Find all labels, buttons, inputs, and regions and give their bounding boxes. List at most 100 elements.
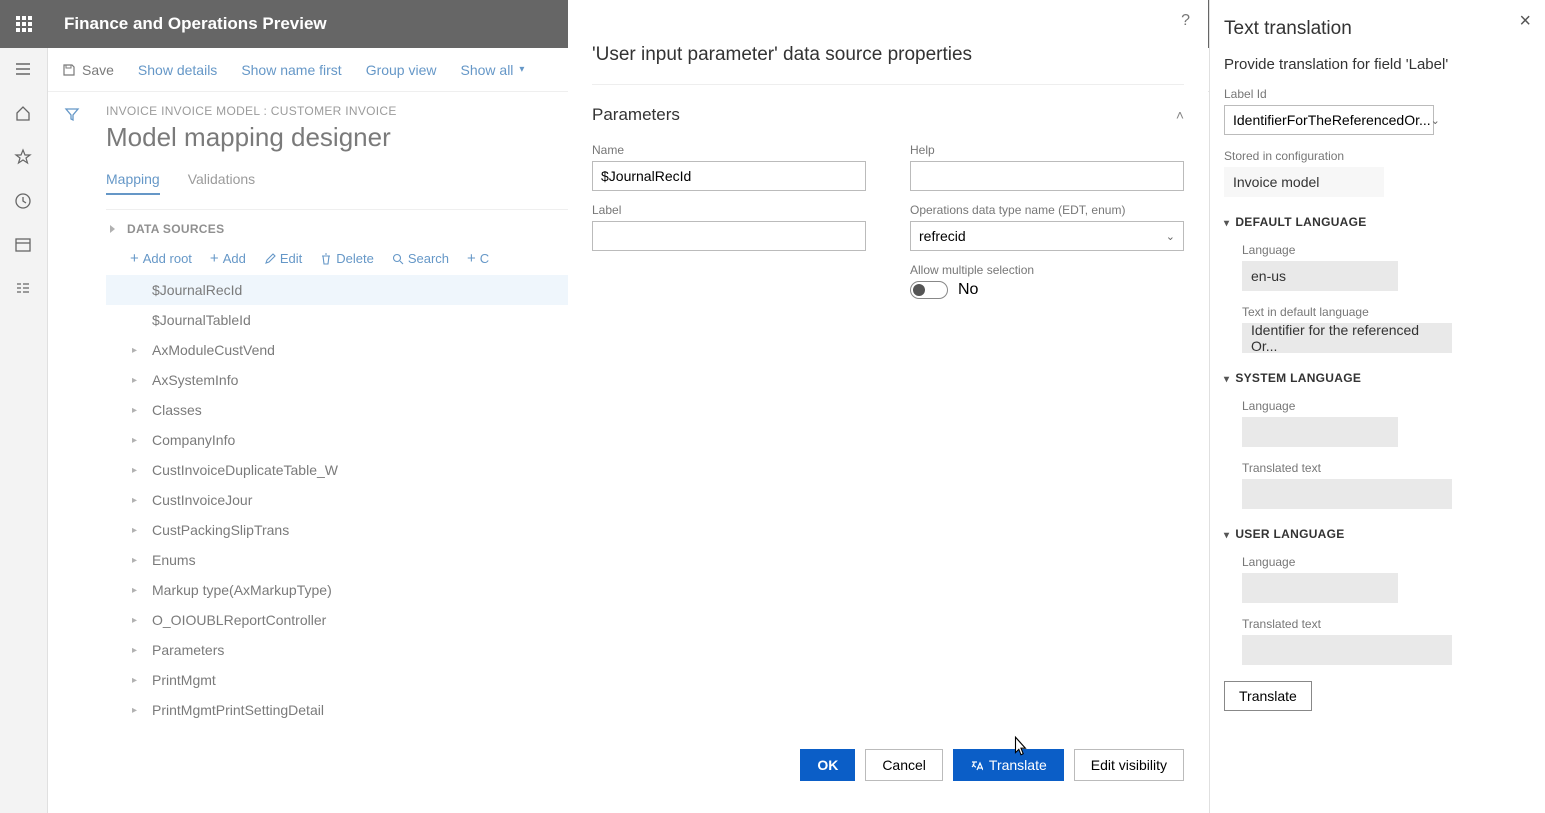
modules-icon[interactable] bbox=[14, 280, 34, 300]
edt-select[interactable]: refrecid ⌄ bbox=[910, 221, 1184, 251]
allow-multi-toggle[interactable] bbox=[910, 281, 948, 299]
allow-multi-label: Allow multiple selection bbox=[910, 263, 1184, 277]
dialog-footer: OK Cancel Translate Edit visibility bbox=[800, 749, 1184, 781]
ds-tree: $JournalRecId$JournalTableId▸AxModuleCus… bbox=[106, 275, 568, 725]
stored-in-label: Stored in configuration bbox=[1224, 149, 1531, 163]
tree-item-label: Markup type(AxMarkupType) bbox=[146, 582, 332, 598]
recent-icon[interactable] bbox=[14, 192, 34, 212]
ds-toolbar: +Add root +Add Edit Delete Search +C bbox=[130, 250, 568, 267]
show-name-first-button[interactable]: Show name first bbox=[241, 62, 341, 78]
stored-in-value: Invoice model bbox=[1224, 167, 1384, 197]
chevron-up-icon: ˄ bbox=[1176, 107, 1184, 123]
show-all-button[interactable]: Show all▾ bbox=[461, 62, 525, 78]
expand-icon[interactable]: ▸ bbox=[132, 675, 146, 686]
expand-icon[interactable]: ▸ bbox=[132, 495, 146, 506]
label-label: Label bbox=[592, 203, 866, 217]
tree-row[interactable]: ▸CustPackingSlipTrans bbox=[106, 515, 568, 545]
ok-button[interactable]: OK bbox=[800, 749, 855, 781]
hamburger-icon[interactable] bbox=[14, 60, 34, 80]
default-text-label: Text in default language bbox=[1242, 305, 1531, 319]
tree-row[interactable]: $JournalTableId bbox=[106, 305, 568, 335]
search-button[interactable]: Search bbox=[392, 250, 449, 267]
group-view-button[interactable]: Group view bbox=[366, 62, 437, 78]
chevron-down-icon: ⌄ bbox=[1166, 230, 1175, 243]
tree-item-label: CompanyInfo bbox=[146, 432, 235, 448]
tree-row[interactable]: ▸Parameters bbox=[106, 635, 568, 665]
name-label: Name bbox=[592, 143, 866, 157]
delete-button[interactable]: Delete bbox=[320, 250, 374, 267]
save-label: Save bbox=[82, 62, 114, 78]
tree-row[interactable]: ▸PrintMgmtPrintSettingDetail bbox=[106, 695, 568, 725]
tree-item-label: CustPackingSlipTrans bbox=[146, 522, 289, 538]
show-details-button[interactable]: Show details bbox=[138, 62, 217, 78]
system-language-header[interactable]: SYSTEM LANGUAGE bbox=[1224, 371, 1531, 385]
parameters-section-header[interactable]: Parameters ˄ bbox=[592, 84, 1184, 125]
home-icon[interactable] bbox=[14, 104, 34, 124]
help-input[interactable] bbox=[910, 161, 1184, 191]
data-sources-header: DATA SOURCES bbox=[127, 222, 224, 236]
waffle-icon[interactable] bbox=[0, 0, 48, 48]
add-button[interactable]: +Add bbox=[210, 250, 246, 267]
star-icon[interactable] bbox=[14, 148, 34, 168]
default-language-header[interactable]: DEFAULT LANGUAGE bbox=[1224, 215, 1531, 229]
expand-icon[interactable]: ▸ bbox=[132, 435, 146, 446]
tab-mapping[interactable]: Mapping bbox=[106, 171, 160, 195]
filter-icon[interactable] bbox=[64, 106, 80, 813]
tree-row[interactable]: ▸PrintMgmt bbox=[106, 665, 568, 695]
expand-icon[interactable]: ▸ bbox=[132, 405, 146, 416]
user-language-value[interactable] bbox=[1242, 573, 1398, 603]
translation-title: Text translation bbox=[1224, 18, 1531, 40]
tree-row[interactable]: ▸AxSystemInfo bbox=[106, 365, 568, 395]
save-button[interactable]: Save bbox=[62, 62, 114, 78]
allow-multi-value: No bbox=[958, 281, 978, 299]
tree-row[interactable]: ▸Enums bbox=[106, 545, 568, 575]
tree-item-label: PrintMgmtPrintSettingDetail bbox=[146, 702, 324, 718]
left-rail bbox=[0, 48, 48, 813]
expand-icon[interactable]: ▸ bbox=[132, 465, 146, 476]
system-language-label: Language bbox=[1242, 399, 1531, 413]
tree-row[interactable]: ▸AxModuleCustVend bbox=[106, 335, 568, 365]
expand-icon[interactable]: ▸ bbox=[132, 615, 146, 626]
system-text-value[interactable] bbox=[1242, 479, 1452, 509]
tree-row[interactable]: ▸CustInvoiceDuplicateTable_W bbox=[106, 455, 568, 485]
expand-icon[interactable]: ▸ bbox=[132, 375, 146, 386]
tree-row[interactable]: ▸CustInvoiceJour bbox=[106, 485, 568, 515]
edt-label: Operations data type name (EDT, enum) bbox=[910, 203, 1184, 217]
tree-item-label: CustInvoiceJour bbox=[146, 492, 252, 508]
edit-visibility-button[interactable]: Edit visibility bbox=[1074, 749, 1184, 781]
chevron-right-icon[interactable] bbox=[110, 225, 115, 233]
tree-item-label: O_OIOUBLReportController bbox=[146, 612, 326, 628]
label-id-select[interactable]: IdentifierForTheReferencedOr... ⌄ bbox=[1224, 105, 1434, 135]
translate-button[interactable]: Translate bbox=[953, 749, 1064, 781]
close-icon[interactable]: × bbox=[1519, 10, 1531, 33]
tree-row[interactable]: $JournalRecId bbox=[106, 275, 568, 305]
system-language-value[interactable] bbox=[1242, 417, 1398, 447]
tree-row[interactable]: ▸O_OIOUBLReportController bbox=[106, 605, 568, 635]
user-language-header[interactable]: USER LANGUAGE bbox=[1224, 527, 1531, 541]
tabs: Mapping Validations bbox=[106, 171, 568, 195]
user-language-label: Language bbox=[1242, 555, 1531, 569]
help-icon[interactable]: ? bbox=[1181, 12, 1190, 30]
workspace-icon[interactable] bbox=[14, 236, 34, 256]
edit-button[interactable]: Edit bbox=[264, 250, 302, 267]
tab-validations[interactable]: Validations bbox=[188, 171, 255, 195]
add-root-button[interactable]: +Add root bbox=[130, 250, 192, 267]
expand-icon[interactable]: ▸ bbox=[132, 585, 146, 596]
user-text-value[interactable] bbox=[1242, 635, 1452, 665]
cancel-button[interactable]: Cancel bbox=[865, 749, 943, 781]
expand-icon[interactable]: ▸ bbox=[132, 345, 146, 356]
expand-icon[interactable]: ▸ bbox=[132, 645, 146, 656]
name-input[interactable] bbox=[592, 161, 866, 191]
expand-icon[interactable]: ▸ bbox=[132, 525, 146, 536]
tree-row[interactable]: ▸CompanyInfo bbox=[106, 425, 568, 455]
expand-icon[interactable]: ▸ bbox=[132, 705, 146, 716]
page-title: Model mapping designer bbox=[106, 122, 568, 153]
tree-row[interactable]: ▸Classes bbox=[106, 395, 568, 425]
tree-item-label: $JournalTableId bbox=[146, 312, 251, 328]
tree-item-label: AxModuleCustVend bbox=[146, 342, 275, 358]
label-input[interactable] bbox=[592, 221, 866, 251]
tree-row[interactable]: ▸Markup type(AxMarkupType) bbox=[106, 575, 568, 605]
translate-action-button[interactable]: Translate bbox=[1224, 681, 1312, 711]
more-button[interactable]: +C bbox=[467, 250, 489, 267]
expand-icon[interactable]: ▸ bbox=[132, 555, 146, 566]
